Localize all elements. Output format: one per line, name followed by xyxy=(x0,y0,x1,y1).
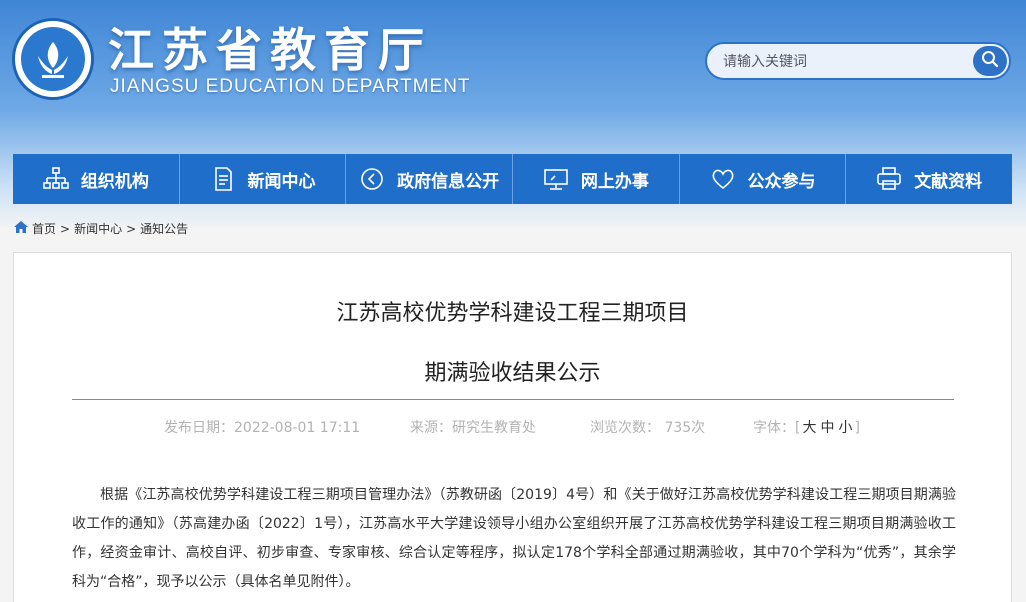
breadcrumb: 首页 > 新闻中心 > 通知公告 xyxy=(14,220,188,237)
org-chart-icon xyxy=(43,166,69,192)
breadcrumb-current[interactable]: 通知公告 xyxy=(140,220,188,237)
nav-label: 政府信息公开 xyxy=(397,171,500,192)
nav-label: 网上办事 xyxy=(580,171,649,192)
nav-item-online-services[interactable]: 网上办事 xyxy=(513,154,680,204)
breadcrumb-home[interactable]: 首页 xyxy=(32,220,56,237)
font-medium-button[interactable]: 中 xyxy=(818,420,836,436)
publish-date: 发布日期：2022-08-01 17:11 xyxy=(164,420,361,436)
article-panel: 江苏高校优势学科建设工程三期项目 期满验收结果公示 发布日期：2022-08-0… xyxy=(13,252,1012,602)
search-box xyxy=(705,42,1011,80)
nav-label: 公众参与 xyxy=(747,171,816,192)
main-nav: 组织机构 新闻中心 政府信息公开 网上办事 公众参与 文献资料 xyxy=(13,154,1013,204)
nav-item-public-participation[interactable]: 公众参与 xyxy=(679,154,847,204)
search-input[interactable] xyxy=(723,51,963,73)
heart-icon xyxy=(710,166,736,192)
search-button[interactable] xyxy=(973,46,1007,76)
breadcrumb-separator: > xyxy=(60,221,71,236)
nav-label: 新闻中心 xyxy=(247,171,316,192)
nav-label: 文献资料 xyxy=(914,171,983,192)
monitor-icon xyxy=(543,166,569,192)
home-icon xyxy=(14,221,28,236)
site-title: 江苏省教育厅 xyxy=(108,23,432,77)
education-emblem-icon[interactable] xyxy=(12,18,94,100)
font-size-control: 字体：[大中小] xyxy=(753,420,860,436)
site-subtitle: JIANGSU EDUCATION DEPARTMENT xyxy=(110,76,471,97)
breadcrumb-section[interactable]: 新闻中心 xyxy=(74,220,122,237)
view-count: 浏览次数： 735次 xyxy=(590,420,706,436)
nav-label: 组织机构 xyxy=(80,171,149,192)
document-icon xyxy=(210,166,236,192)
font-small-button[interactable]: 小 xyxy=(836,420,854,436)
title-divider xyxy=(72,399,954,400)
article-title-line2: 期满验收结果公示 xyxy=(424,361,601,386)
nav-item-documents[interactable]: 文献资料 xyxy=(846,154,1013,204)
article-source: 来源：研究生教育处 xyxy=(410,420,536,436)
search-icon xyxy=(981,50,999,72)
nav-item-organization[interactable]: 组织机构 xyxy=(13,154,180,204)
open-info-icon xyxy=(359,166,385,192)
article-body: 根据《江苏高校优势学科建设工程三期项目管理办法》（苏教研函〔2019〕4号）和《… xyxy=(72,487,956,590)
site-header: 江苏省教育厅 JIANGSU EDUCATION DEPARTMENT xyxy=(0,0,1026,140)
breadcrumb-separator: > xyxy=(126,221,137,236)
font-size-label: 字体： xyxy=(753,420,795,436)
nav-item-gov-info[interactable]: 政府信息公开 xyxy=(346,154,514,204)
font-large-button[interactable]: 大 xyxy=(800,420,818,436)
article-title-line1: 江苏高校优势学科建设工程三期项目 xyxy=(336,301,689,326)
nav-item-news[interactable]: 新闻中心 xyxy=(179,154,347,204)
printer-icon xyxy=(876,166,902,192)
